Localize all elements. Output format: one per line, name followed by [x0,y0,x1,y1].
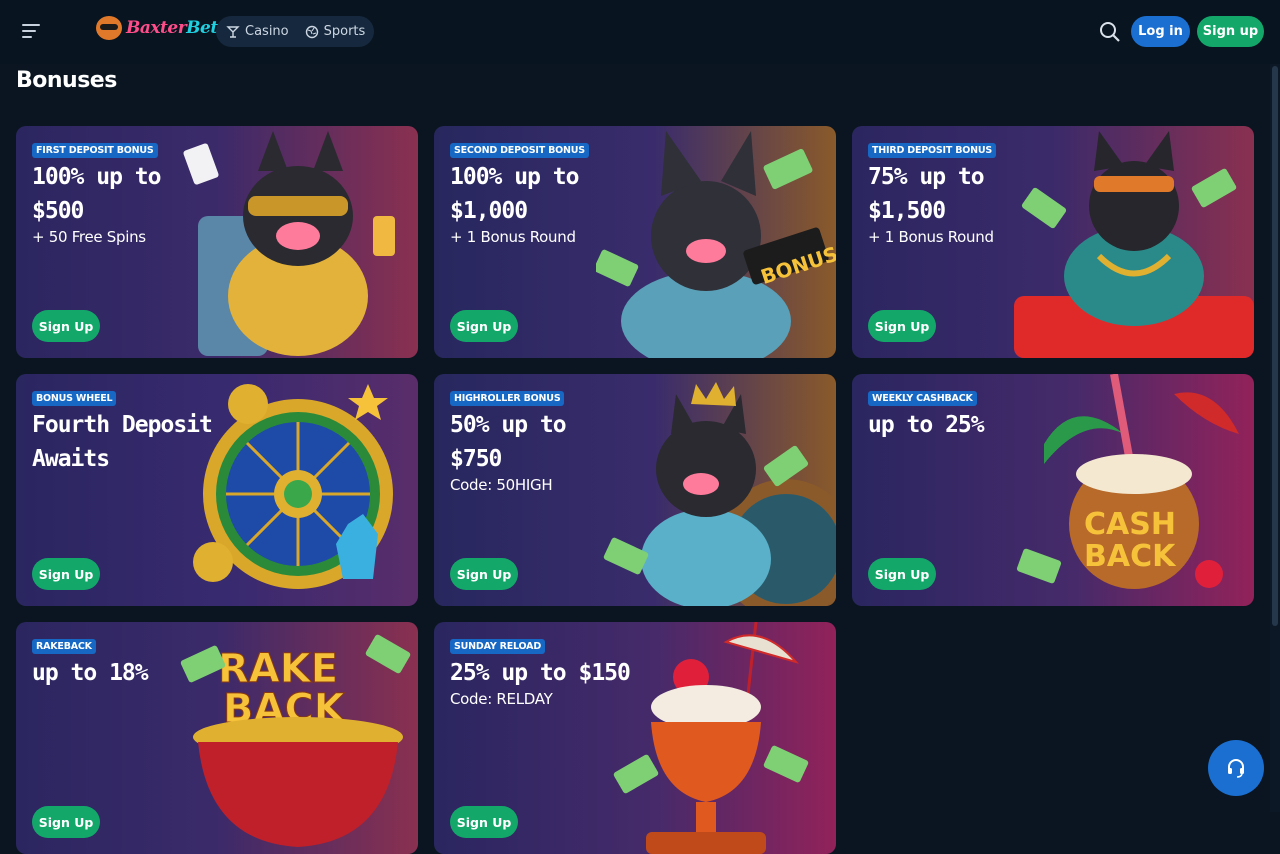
bonus-badge: BONUS WHEEL [32,391,117,406]
page-title: Bonuses [16,68,117,93]
ball-icon [305,25,318,38]
bonus-headline: 25% up to $150 [450,656,690,690]
logo-text-a: Baxter [126,18,187,38]
headline-line-1: Fourth Deposit [32,412,213,438]
bonus-badge: SUNDAY RELOAD [450,639,546,654]
headline-line-1: 75% up to [868,164,985,190]
bonus-badge: RAKEBACK [32,639,96,654]
bonus-headline: 100% up to $500 [32,160,232,228]
card-signup-button[interactable]: Sign Up [32,558,100,590]
bonus-badge: FIRST DEPOSIT BONUS [32,143,158,158]
headline-line-2: $750 [450,446,502,472]
bonus-badge: THIRD DEPOSIT BONUS [868,143,997,158]
headline-line-2: $1,500 [868,198,946,224]
support-chat-button[interactable] [1208,740,1264,796]
card-signup-button[interactable]: Sign Up [868,310,936,342]
bonus-card-first-deposit: FIRST DEPOSIT BONUS 100% up to $500 + 50… [16,126,418,358]
menu-icon[interactable] [22,24,42,40]
nav-sports-label: Sports [323,24,366,39]
cashback-art-text-2: BACK [1084,539,1177,574]
headline-line-1: up to 25% [868,412,985,438]
bonus-card-bonus-wheel: BONUS WHEEL Fourth Deposit Awaits Sign U… [16,374,418,606]
headline-line-1: 100% up to [32,164,161,190]
headline-line-1: 50% up to [450,412,567,438]
card-signup-button[interactable]: Sign Up [32,310,100,342]
headline-line-1: up to 18% [32,660,149,686]
dog-logo-icon [96,16,122,40]
headline-line-1: 100% up to [450,164,579,190]
bonus-headline: 50% up to $750 [450,408,650,476]
card-signup-button[interactable]: Sign Up [868,558,936,590]
headset-icon [1228,759,1244,778]
bonus-card-highroller: HIGHROLLER BONUS 50% up to $750 Code: 50… [434,374,836,606]
bonus-card-third-deposit: THIRD DEPOSIT BONUS 75% up to $1,500 + 1… [852,126,1254,358]
nav-casino[interactable]: Casino [216,24,289,39]
headline-line-2: $500 [32,198,84,224]
headline-line-2: Awaits [32,446,110,472]
bonus-badge: SECOND DEPOSIT BONUS [450,143,589,158]
bonus-headline: up to 18% [32,656,232,690]
card-signup-button[interactable]: Sign Up [450,806,518,838]
bonus-subtext: + 1 Bonus Round [450,228,576,246]
bonus-badge: HIGHROLLER BONUS [450,391,565,406]
bonus-card-second-deposit: BONUS SECOND DEPOSIT BONUS 100% up to $1… [434,126,836,358]
headline-line-2: $1,000 [450,198,528,224]
card-signup-button[interactable]: Sign Up [450,558,518,590]
bonus-subtext: + 1 Bonus Round [868,228,994,246]
card-signup-button[interactable]: Sign Up [32,806,100,838]
page-scrollbar[interactable] [1270,64,1280,812]
bonus-headline: up to 25% [868,408,1068,442]
bonus-subtext: + 50 Free Spins [32,228,146,246]
bonus-card-weekly-cashback: CASH BACK WEEKLY CASHBACK up to 25% Sign… [852,374,1254,606]
scrollbar-thumb[interactable] [1272,66,1278,626]
nav-sports[interactable]: Sports [289,24,366,39]
nav-casino-label: Casino [245,24,289,39]
headline-line-1: 25% up to $150 [450,660,631,686]
search-icon[interactable] [1099,21,1121,43]
site-logo[interactable]: BaxterBet [96,16,218,40]
bonus-card-rakeback: RAKE BACK RAKEBACK up to 18% Sign Up [16,622,418,854]
logo-text-b: Bet [186,18,218,38]
top-header: BaxterBet Casino Sports Log in Sign up [0,0,1280,64]
bonus-headline: 100% up to $1,000 [450,160,650,228]
cashback-art-text-1: CASH [1084,507,1176,542]
bonus-badge: WEEKLY CASHBACK [868,391,977,406]
bonus-headline: 75% up to $1,500 [868,160,1068,228]
bonus-subtext: Code: 50HIGH [450,476,553,494]
signup-button[interactable]: Sign up [1197,16,1264,47]
bonus-subtext: Code: RELDAY [450,690,553,708]
product-nav: Casino Sports [216,16,374,47]
card-signup-button[interactable]: Sign Up [450,310,518,342]
bonus-headline: Fourth Deposit Awaits [32,408,252,476]
cocktail-icon [226,25,240,38]
bonus-card-sunday-reload: SUNDAY RELOAD 25% up to $150 Code: RELDA… [434,622,836,854]
login-button[interactable]: Log in [1131,16,1190,47]
